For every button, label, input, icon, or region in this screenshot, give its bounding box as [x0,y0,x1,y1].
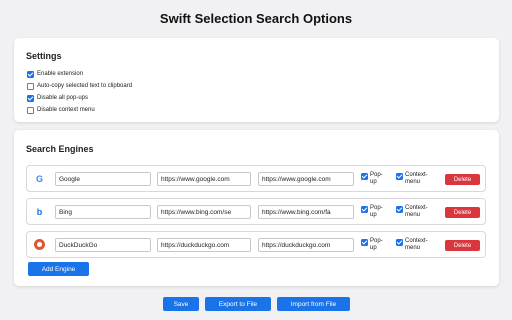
popup-checkbox[interactable] [361,239,368,246]
search-engines-heading: Search Engines [26,144,94,154]
page-title: Swift Selection Search Options [159,11,353,26]
disable-popups-checkbox[interactable] [27,94,34,102]
context-menu-toggle[interactable]: Context-menu [396,205,437,219]
import-from-file-button[interactable]: Import from File [277,297,350,311]
settings-heading: Settings [26,51,62,61]
engine-row-duckduckgo: DuckDuckGo https://duckduckgo.com https:… [26,231,486,258]
option-label: Auto-copy selected text to clipboard [37,83,133,89]
option-label: Disable context menu [37,107,95,113]
add-engine-button[interactable]: Add Engine [28,262,89,276]
delete-button[interactable]: Delete [445,207,480,218]
context-menu-label: Context-menu [405,172,428,185]
context-menu-checkbox[interactable] [396,173,403,180]
popup-toggle[interactable]: Pop-up [361,205,388,219]
disable-context-menu-checkbox[interactable] [27,106,34,114]
delete-button[interactable]: Delete [445,240,480,251]
context-menu-toggle[interactable]: Context-menu [396,238,437,252]
popup-label: Pop-up [370,238,383,251]
option-disable-popups[interactable]: Disable all pop-ups [27,93,88,103]
popup-label: Pop-up [370,205,383,218]
option-enable-extension[interactable]: Enable extension [27,69,83,79]
engine-search-url-input[interactable]: https://duckduckgo.com [157,238,251,252]
engine-search-url-input[interactable]: https://www.google.com [157,172,251,186]
delete-button[interactable]: Delete [445,174,480,185]
google-icon: G [35,173,43,184]
option-disable-context-menu[interactable]: Disable context menu [27,105,95,115]
popup-checkbox[interactable] [361,173,368,180]
popup-toggle[interactable]: Pop-up [361,238,388,252]
popup-toggle[interactable]: Pop-up [361,172,388,186]
option-auto-copy[interactable]: Auto-copy selected text to clipboard [27,81,132,91]
engine-icon-url-input[interactable]: https://www.bing.com/fa [258,205,354,219]
context-menu-checkbox[interactable] [396,239,403,246]
engine-icon-url-input[interactable]: https://www.google.com [258,172,354,186]
engine-icon-url-input[interactable]: https://duckduckgo.com [258,238,354,252]
duckduckgo-icon [33,238,46,251]
engine-search-url-input[interactable]: https://www.bing.com/se [157,205,251,219]
popup-checkbox[interactable] [361,206,368,213]
save-button[interactable]: Save [163,297,199,311]
context-menu-label: Context-menu [405,238,428,251]
export-to-file-button[interactable]: Export to File [205,297,271,311]
engine-name-input[interactable]: Bing [55,205,151,219]
context-menu-toggle[interactable]: Context-menu [396,172,437,186]
option-label: Enable extension [37,71,84,77]
option-label: Disable all pop-ups [37,95,89,101]
engine-row-bing: b Bing https://www.bing.com/se https://w… [26,198,486,225]
engine-name-input[interactable]: DuckDuckGo [55,238,151,252]
settings-card: Settings Enable extension Auto-copy sele… [14,38,499,122]
popup-label: Pop-up [370,172,383,185]
bing-icon: b [36,206,43,217]
enable-extension-checkbox[interactable] [27,70,34,78]
context-menu-label: Context-menu [405,205,428,218]
auto-copy-checkbox[interactable] [27,82,34,90]
engine-row-google: G Google https://www.google.com https://… [26,165,486,192]
engine-name-input[interactable]: Google [55,172,151,186]
context-menu-checkbox[interactable] [396,206,403,213]
